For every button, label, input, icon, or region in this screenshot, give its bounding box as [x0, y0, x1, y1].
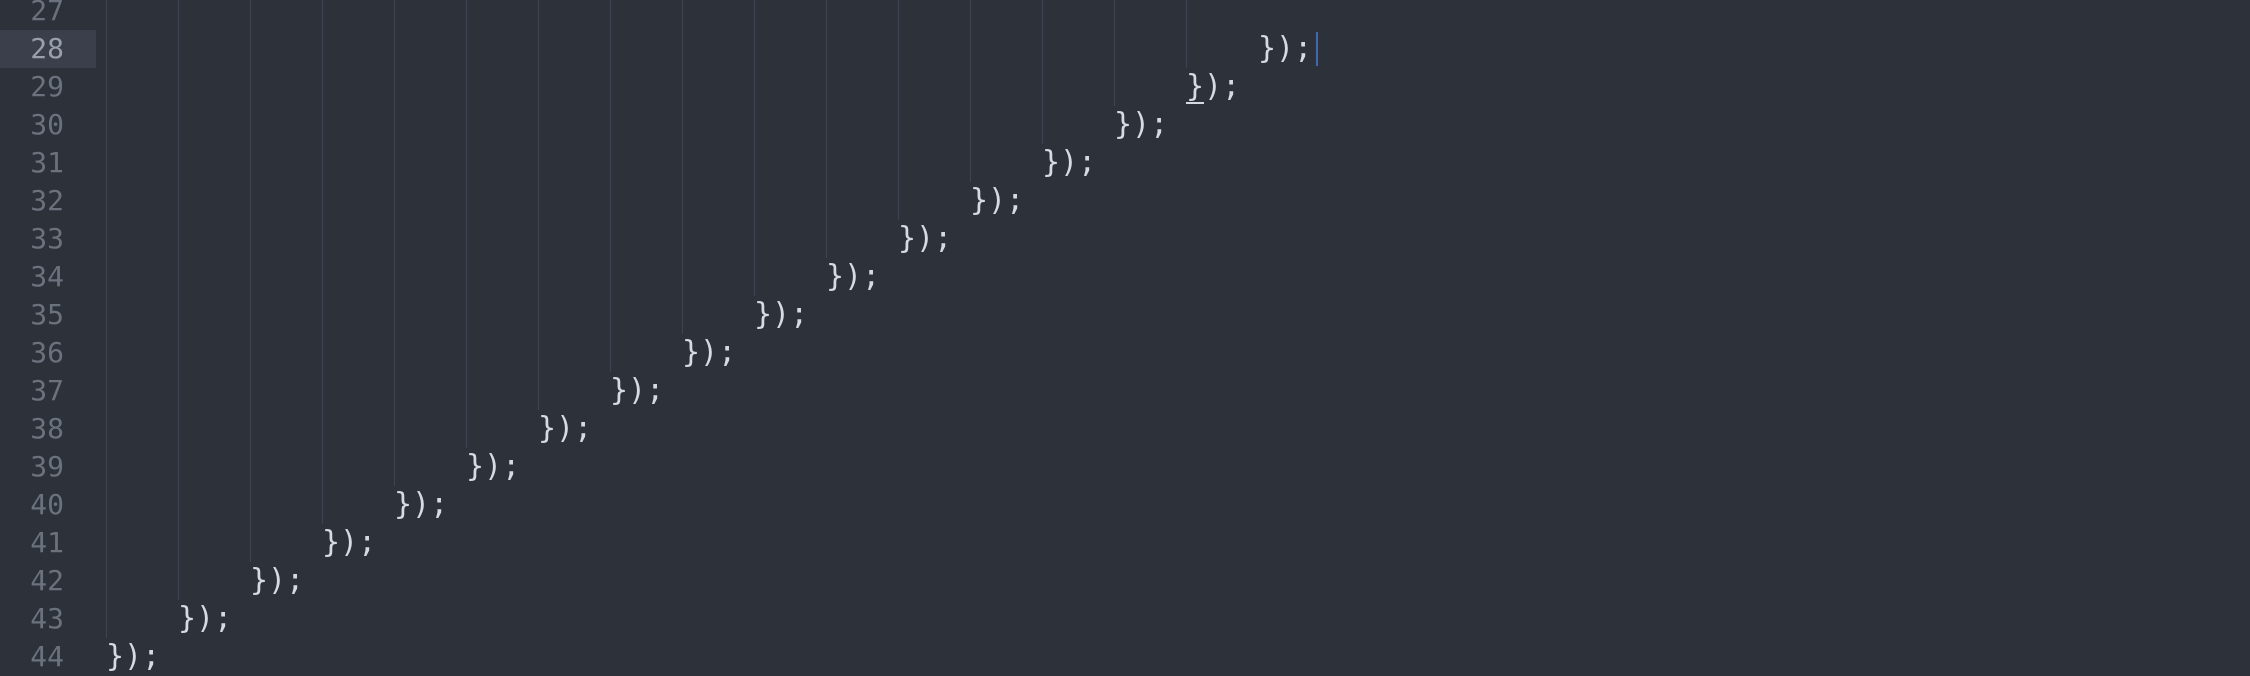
code-editor[interactable]: 27 28 29 30 31 32 33 34 35 36 37 38 39 40 41 42 43 44 });…	[0, 0, 2250, 676]
line-number[interactable]: 40	[0, 486, 64, 524]
code-line[interactable]: });	[178, 600, 232, 638]
code-line[interactable]: });	[682, 334, 736, 372]
line-number[interactable]: 44	[0, 638, 64, 676]
indent-guide	[1114, 0, 1115, 106]
indent-guide	[178, 0, 179, 600]
line-number[interactable]: 38	[0, 410, 64, 448]
code-line[interactable]: });	[1042, 144, 1096, 182]
line-number[interactable]: 37	[0, 372, 64, 410]
indent-guide	[1186, 0, 1187, 68]
code-line[interactable]: });	[610, 372, 664, 410]
line-number[interactable]: 42	[0, 562, 64, 600]
line-number[interactable]: 36	[0, 334, 64, 372]
line-number[interactable]: 27	[0, 0, 64, 30]
line-number[interactable]: 28	[0, 30, 64, 68]
line-number[interactable]: 30	[0, 106, 64, 144]
code-line[interactable]: });	[1258, 30, 1312, 68]
indent-guide	[394, 0, 395, 486]
indent-guide	[970, 0, 971, 182]
code-line[interactable]: });	[250, 562, 304, 600]
line-number[interactable]: 41	[0, 524, 64, 562]
indent-guide	[538, 0, 539, 410]
line-number[interactable]: 35	[0, 296, 64, 334]
code-line[interactable]: });	[898, 220, 952, 258]
indent-guide	[898, 0, 899, 220]
indent-guide	[106, 0, 107, 638]
code-line[interactable]: });	[970, 182, 1024, 220]
line-number[interactable]: 31	[0, 144, 64, 182]
code-line[interactable]: });	[826, 258, 880, 296]
code-line[interactable]: });	[466, 448, 520, 486]
code-line[interactable]: });	[1186, 68, 1240, 106]
line-number[interactable]: 34	[0, 258, 64, 296]
indent-guide	[682, 0, 683, 334]
code-line[interactable]: });	[106, 638, 160, 676]
code-line[interactable]: });	[754, 296, 808, 334]
indent-guide	[754, 0, 755, 296]
code-line[interactable]: });	[322, 524, 376, 562]
line-number[interactable]: 39	[0, 448, 64, 486]
indent-guide	[322, 0, 323, 524]
line-number[interactable]: 43	[0, 600, 64, 638]
indent-guide	[610, 0, 611, 372]
indent-guide	[826, 0, 827, 258]
line-number-gutter[interactable]: 27 28 29 30 31 32 33 34 35 36 37 38 39 40 41 42 43 44	[0, 0, 96, 676]
line-number[interactable]: 29	[0, 68, 64, 106]
code-line[interactable]: });	[538, 410, 592, 448]
text-cursor	[1316, 32, 1318, 66]
code-line[interactable]: });	[394, 486, 448, 524]
line-number[interactable]: 33	[0, 220, 64, 258]
indent-guide	[1042, 0, 1043, 144]
line-number[interactable]: 32	[0, 182, 64, 220]
indent-guide	[250, 0, 251, 562]
matching-bracket-underline	[1186, 102, 1204, 104]
indent-guide	[466, 0, 467, 448]
code-line[interactable]: });	[1114, 106, 1168, 144]
